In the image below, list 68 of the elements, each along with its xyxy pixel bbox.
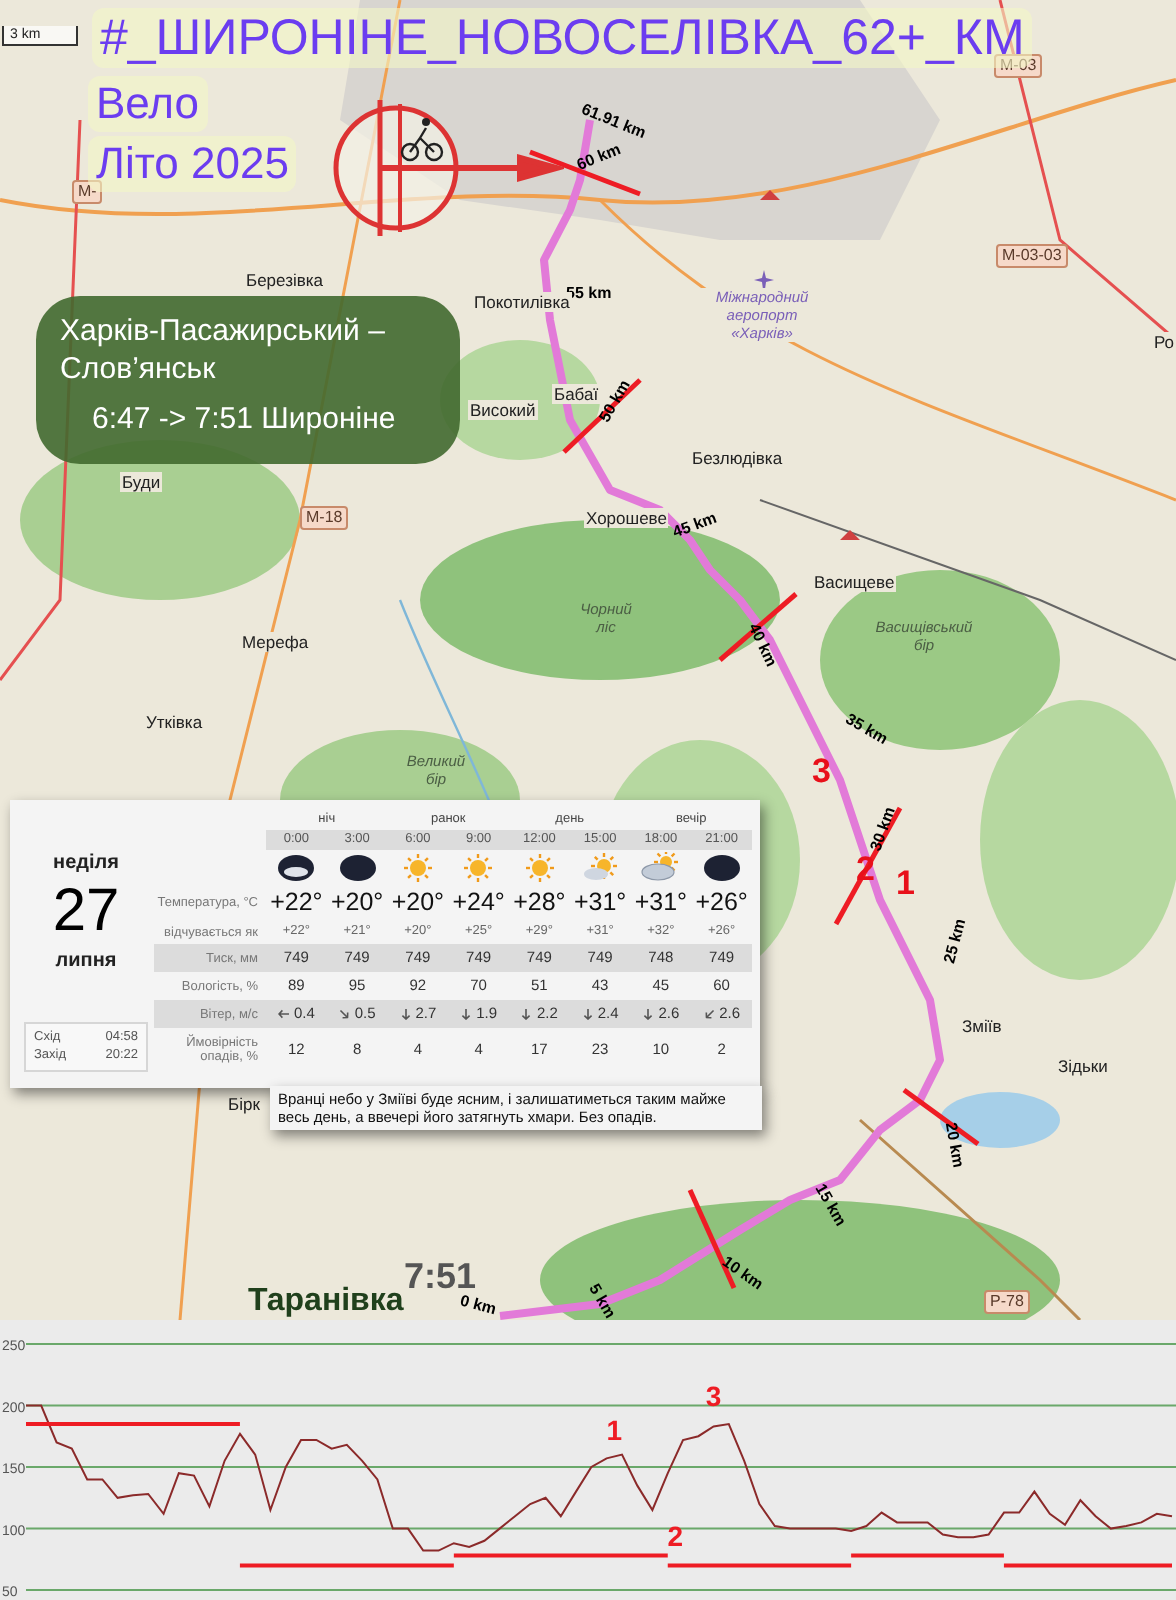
map-label-road: М-	[72, 180, 103, 204]
map-label-km: 5 km	[585, 1280, 620, 1320]
climb-number: 1	[606, 1413, 623, 1446]
map-label-town: Васищеве	[812, 572, 897, 592]
weekday-label: неділя	[53, 850, 119, 878]
distance-mark	[529, 149, 641, 197]
map-label-arrival: 7:51	[404, 1256, 477, 1296]
map-label-village: Таранівка	[248, 1284, 404, 1320]
wind-arrow-icon	[581, 1008, 594, 1020]
map-label-km: 30 km	[866, 804, 899, 854]
map-label-town: Ро	[1152, 332, 1176, 352]
map-label-town: Бірк	[226, 1094, 262, 1114]
moon-icon	[701, 852, 742, 884]
map-label-town: Бабаї	[552, 384, 601, 404]
map-label-town: Безлюдівка	[690, 448, 785, 468]
map-label-road: М-03-03	[996, 244, 1068, 268]
map-label-km: 35 km	[842, 709, 891, 749]
table-cell-text: +20°	[328, 886, 386, 920]
distance-mark	[687, 1188, 737, 1290]
map-label-town: Високий	[468, 400, 538, 420]
wind-arrow-icon	[700, 1005, 718, 1023]
map-label-km: 10 km	[718, 1252, 767, 1294]
train-route-text: Харків-Пасажирський – Слов’янськ	[60, 312, 387, 388]
wind-arrow-icon	[642, 1008, 655, 1020]
table-cell-text: +20°	[389, 886, 447, 920]
map-label-km: 61.91 km	[579, 100, 649, 142]
wind-arrow-icon	[520, 1008, 533, 1020]
wind-arrow-icon	[336, 1005, 354, 1023]
map-label-km: 20 km	[941, 1121, 968, 1169]
map-label-km: 40 km	[744, 620, 781, 670]
map-label-km: 45 km	[670, 508, 720, 542]
table-cell-text: +24°	[450, 886, 507, 920]
map-label-town: Мерефа	[240, 632, 311, 652]
map-label-town: Зміїв	[960, 1016, 1004, 1036]
map-label-town: Буди	[120, 472, 163, 492]
map-label-km: 0 km	[458, 1291, 499, 1319]
table-cell-text: +31°	[632, 886, 690, 920]
climb-number: 2	[667, 1519, 684, 1552]
moon-icon	[337, 852, 378, 884]
map-label-town: Зідьки	[1056, 1056, 1110, 1076]
map-label-km: 60 km	[574, 140, 624, 174]
distance-mark	[902, 1087, 980, 1147]
date-number: 27	[52, 878, 120, 946]
map-label-marker: 3	[812, 754, 831, 790]
map-label-marker: 2	[856, 852, 875, 888]
sun-cloud-icon	[580, 852, 621, 884]
moon-cloud-icon	[276, 852, 317, 884]
cloud-sun-icon	[640, 852, 681, 884]
wind-arrow-icon	[399, 1008, 412, 1020]
climb-number: 3	[705, 1379, 722, 1412]
map-label-road: М-18	[300, 506, 349, 530]
map-label-road: Р-78	[984, 1290, 1030, 1314]
table-cell-text: +31°	[571, 886, 629, 920]
table-cell-text: +22°	[268, 886, 325, 920]
map-label-town: Хорошеве	[584, 508, 669, 528]
map-label-km: 15 km	[811, 1180, 850, 1230]
map-label-km: 25 km	[940, 916, 970, 966]
map-label-town: Утківка	[144, 712, 205, 732]
train-time-text: 6:47 -> 7:51 Широніне	[90, 400, 398, 438]
map-label-town: Березівка	[244, 270, 326, 290]
wind-arrow-icon	[277, 1008, 290, 1020]
table-cell-text: +26°	[693, 886, 750, 920]
table-cell-text: +28°	[511, 886, 568, 920]
month-label: липня	[55, 948, 117, 976]
map-label-km: 50 km	[595, 376, 634, 426]
wind-arrow-icon	[460, 1008, 473, 1020]
map-label-marker: 1	[896, 866, 915, 902]
map-label-town: Покотилівка	[472, 292, 572, 312]
